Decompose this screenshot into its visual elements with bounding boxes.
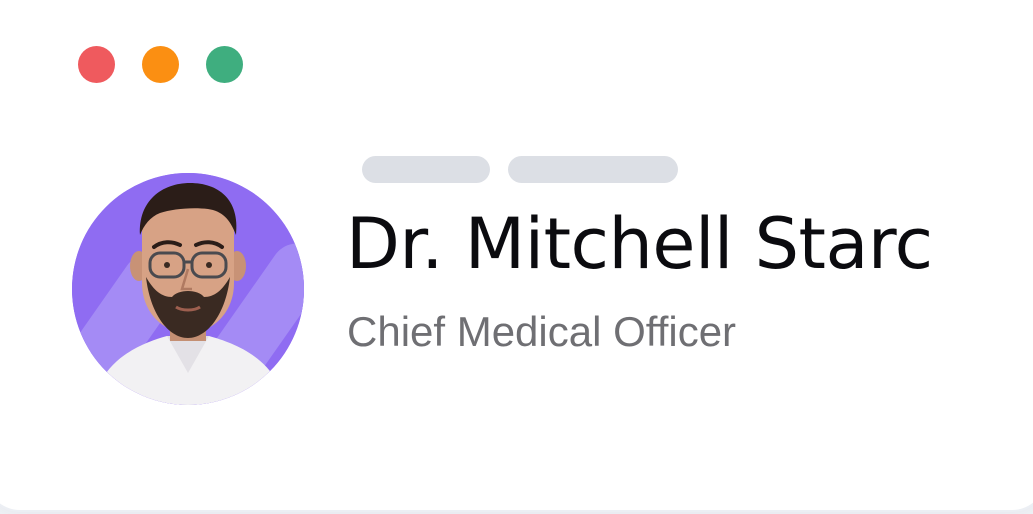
minimize-window-dot[interactable]: [142, 46, 179, 83]
placeholder-bar: [362, 156, 490, 183]
doctor-role: Chief Medical Officer: [347, 308, 737, 355]
window-controls: [78, 46, 243, 83]
placeholder-bar: [508, 156, 678, 183]
avatar: [72, 173, 304, 405]
doctor-name: Dr. Mitchell Starc: [346, 203, 933, 285]
maximize-window-dot[interactable]: [206, 46, 243, 83]
avatar-portrait: [72, 173, 304, 405]
close-window-dot[interactable]: [78, 46, 115, 83]
